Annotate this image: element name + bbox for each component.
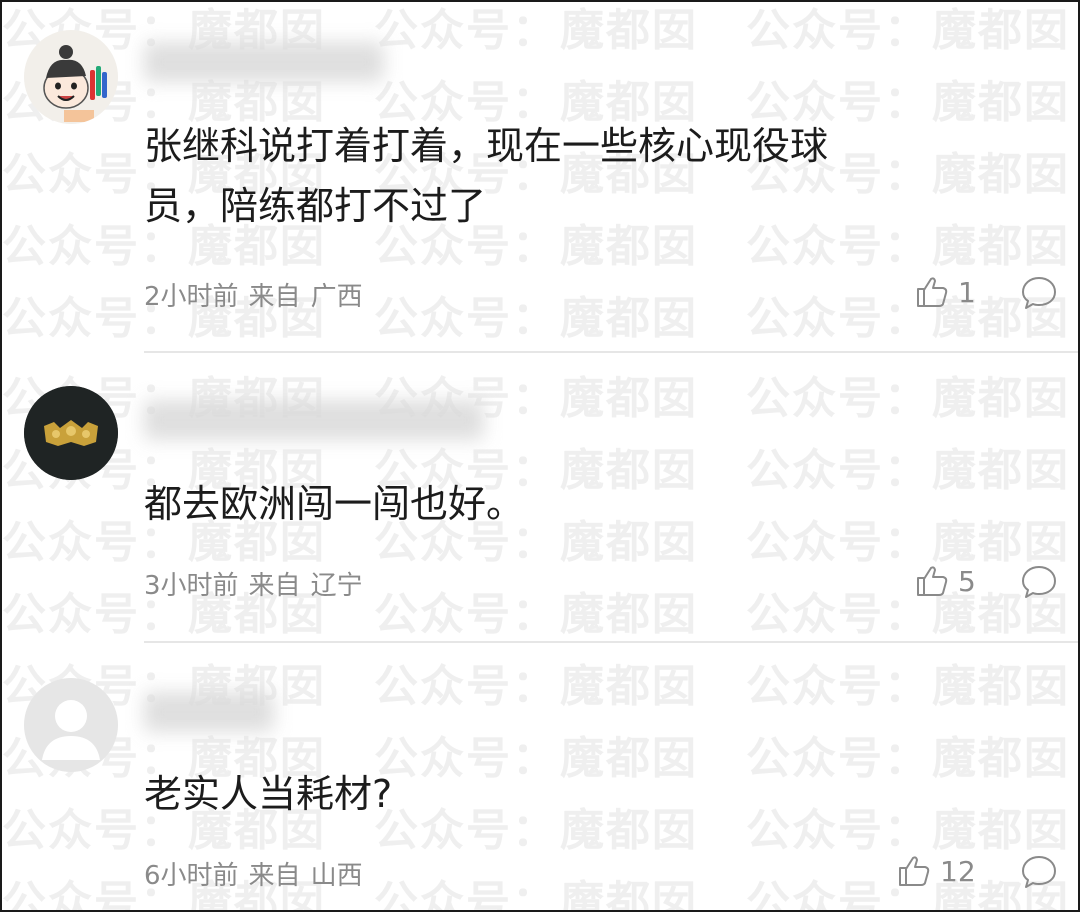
- comment-text: 老实人当耗材?: [144, 764, 1024, 824]
- username-blurred[interactable]: [144, 692, 274, 732]
- comment-text-line: 老实人当耗材?: [144, 772, 393, 816]
- comment-item: 老实人当耗材? 6小时前 来自 山西 12: [2, 2, 1078, 910]
- default-user-avatar-icon: [24, 678, 118, 772]
- comment-time: 6小时前: [144, 861, 239, 891]
- comment-location: 山西: [310, 861, 363, 891]
- comment-bubble-icon[interactable]: [1020, 853, 1058, 891]
- like-button[interactable]: 12: [896, 853, 976, 889]
- thumbs-up-icon: [899, 856, 930, 886]
- from-label: 来自: [248, 861, 301, 891]
- like-count: 12: [940, 854, 976, 888]
- comment-list: 公众号：魔都囡公众号：魔都囡公众号：魔都囡 公众号：魔都囡公众号：魔都囡公众号：…: [0, 0, 1080, 912]
- avatar[interactable]: [24, 678, 118, 772]
- comment-meta: 6小时前 来自 山西: [144, 855, 363, 892]
